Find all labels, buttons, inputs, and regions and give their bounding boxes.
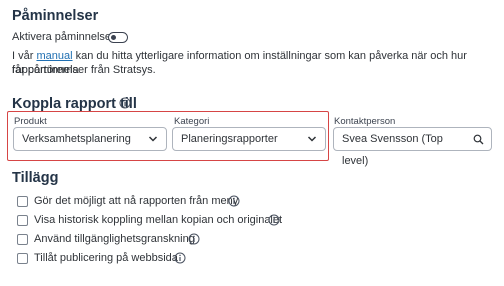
option-menu-access-label: Gör det möjligt att nå rapporten från me… [34,195,239,207]
toggle-knob [111,34,116,40]
contact-search-field[interactable]: Svea Svensson (Top level) [333,127,492,167]
info-text-line2: får påminnelser från Stratsys. [12,64,156,76]
chevron-down-icon [148,136,158,142]
product-label: Produkt [14,116,47,127]
contact-label: Kontaktperson [334,116,396,127]
info-icon[interactable] [188,233,200,245]
checkbox-menu-access[interactable] [17,196,28,207]
option-web-publishing-label: Tillåt publicering på webbsida [34,252,178,264]
info-icon[interactable] [228,195,240,207]
search-icon[interactable] [473,134,484,145]
checkbox-accessibility-review[interactable] [17,234,28,245]
category-label: Kategori [174,116,210,127]
chevron-down-icon [307,136,317,142]
contact-field-value: Svea Svensson (Top level) [342,133,443,167]
addons-title: Tillägg [12,170,59,186]
manual-link[interactable]: manual [36,50,72,62]
category-select[interactable]: Planeringsrapporter [172,127,326,151]
category-select-value: Planeringsrapporter [181,133,278,145]
reminders-toggle[interactable] [108,32,128,43]
info-icon[interactable] [119,97,131,109]
activate-reminders-label: Aktivera påminnelser [12,31,115,43]
info-icon[interactable] [174,252,186,264]
product-select-value: Verksamhetsplanering [22,133,131,145]
info-icon[interactable] [268,214,280,226]
product-select[interactable]: Verksamhetsplanering [13,127,167,151]
option-historic-link-label: Visa historisk koppling mellan kopian oc… [34,214,283,226]
checkbox-historic-link[interactable] [17,215,28,226]
reminders-title: Påminnelser [12,8,99,24]
option-accessibility-review-label: Använd tillgänglighetsgranskning [34,233,195,245]
info-text-prefix: I vår [12,50,34,62]
checkbox-web-publishing[interactable] [17,253,28,264]
